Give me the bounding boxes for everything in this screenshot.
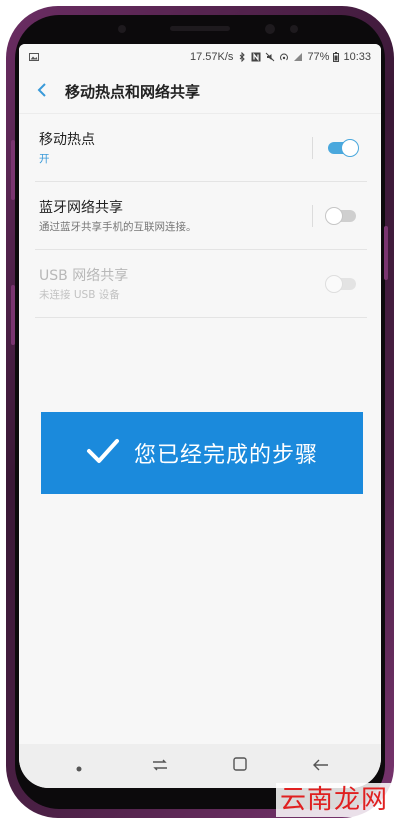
nav-dot-button[interactable] (59, 746, 99, 786)
home-button[interactable] (220, 746, 260, 786)
volume-button (11, 140, 15, 200)
clock: 10:33 (343, 51, 371, 63)
checkmark-icon (86, 438, 120, 468)
earpiece-speaker (170, 26, 230, 31)
row-subtitle: 通过蓝牙共享手机的互联网连接。 (39, 220, 197, 233)
bluetooth-tethering-row[interactable]: 蓝牙网络共享 通过蓝牙共享手机的互联网连接。 (35, 182, 367, 250)
chevron-left-icon (36, 82, 48, 102)
settings-list: 移动热点 开 蓝牙网络共享 通过蓝牙共享手机的互联网连接。 USB 网络共享 未… (19, 114, 381, 318)
back-button[interactable] (19, 70, 65, 114)
back-arrow-icon (312, 757, 330, 776)
status-bar: 17.57K/s 77% 10:33 (19, 44, 381, 70)
row-subtitle: 开 (39, 152, 50, 165)
dot-icon (76, 757, 82, 776)
back-nav-button[interactable] (301, 746, 341, 786)
row-divider (312, 136, 313, 159)
navigation-bar (19, 744, 381, 788)
row-title: 蓝牙网络共享 (39, 199, 123, 216)
recent-apps-icon (151, 757, 169, 776)
battery-icon (333, 52, 340, 62)
image-notification-icon (29, 52, 39, 62)
network-speed: 17.57K/s (190, 51, 234, 63)
home-icon (232, 756, 248, 776)
hotspot-icon (279, 52, 289, 62)
nfc-icon (251, 52, 261, 62)
mobile-hotspot-row[interactable]: 移动热点 开 (35, 114, 367, 182)
row-title: 移动热点 (39, 131, 95, 148)
front-camera (265, 24, 275, 34)
row-divider (312, 273, 313, 295)
recent-apps-button[interactable] (140, 746, 180, 786)
row-subtitle: 未连接 USB 设备 (39, 288, 120, 301)
banner-text: 您已经完成的步骤 (133, 443, 318, 468)
sensor (290, 25, 298, 33)
completed-step-banner: 您已经完成的步骤 (41, 412, 363, 494)
bluetooth-tethering-toggle[interactable] (325, 206, 359, 225)
bluetooth-icon (237, 51, 247, 63)
watermark-text: 云南龙网 (275, 783, 392, 817)
mute-icon (265, 52, 275, 62)
bixby-button (11, 285, 15, 345)
iris-sensor (118, 25, 126, 33)
row-divider (312, 204, 313, 227)
power-button (384, 226, 388, 280)
page-title: 移动热点和网络共享 (65, 83, 201, 101)
usb-tethering-row: USB 网络共享 未连接 USB 设备 (35, 250, 367, 318)
usb-tethering-toggle (325, 274, 359, 293)
battery-percent: 77% (307, 51, 330, 63)
row-title: USB 网络共享 (39, 267, 129, 284)
signal-icon (293, 52, 303, 62)
mobile-hotspot-toggle[interactable] (325, 138, 359, 157)
app-header: 移动热点和网络共享 (19, 70, 381, 114)
